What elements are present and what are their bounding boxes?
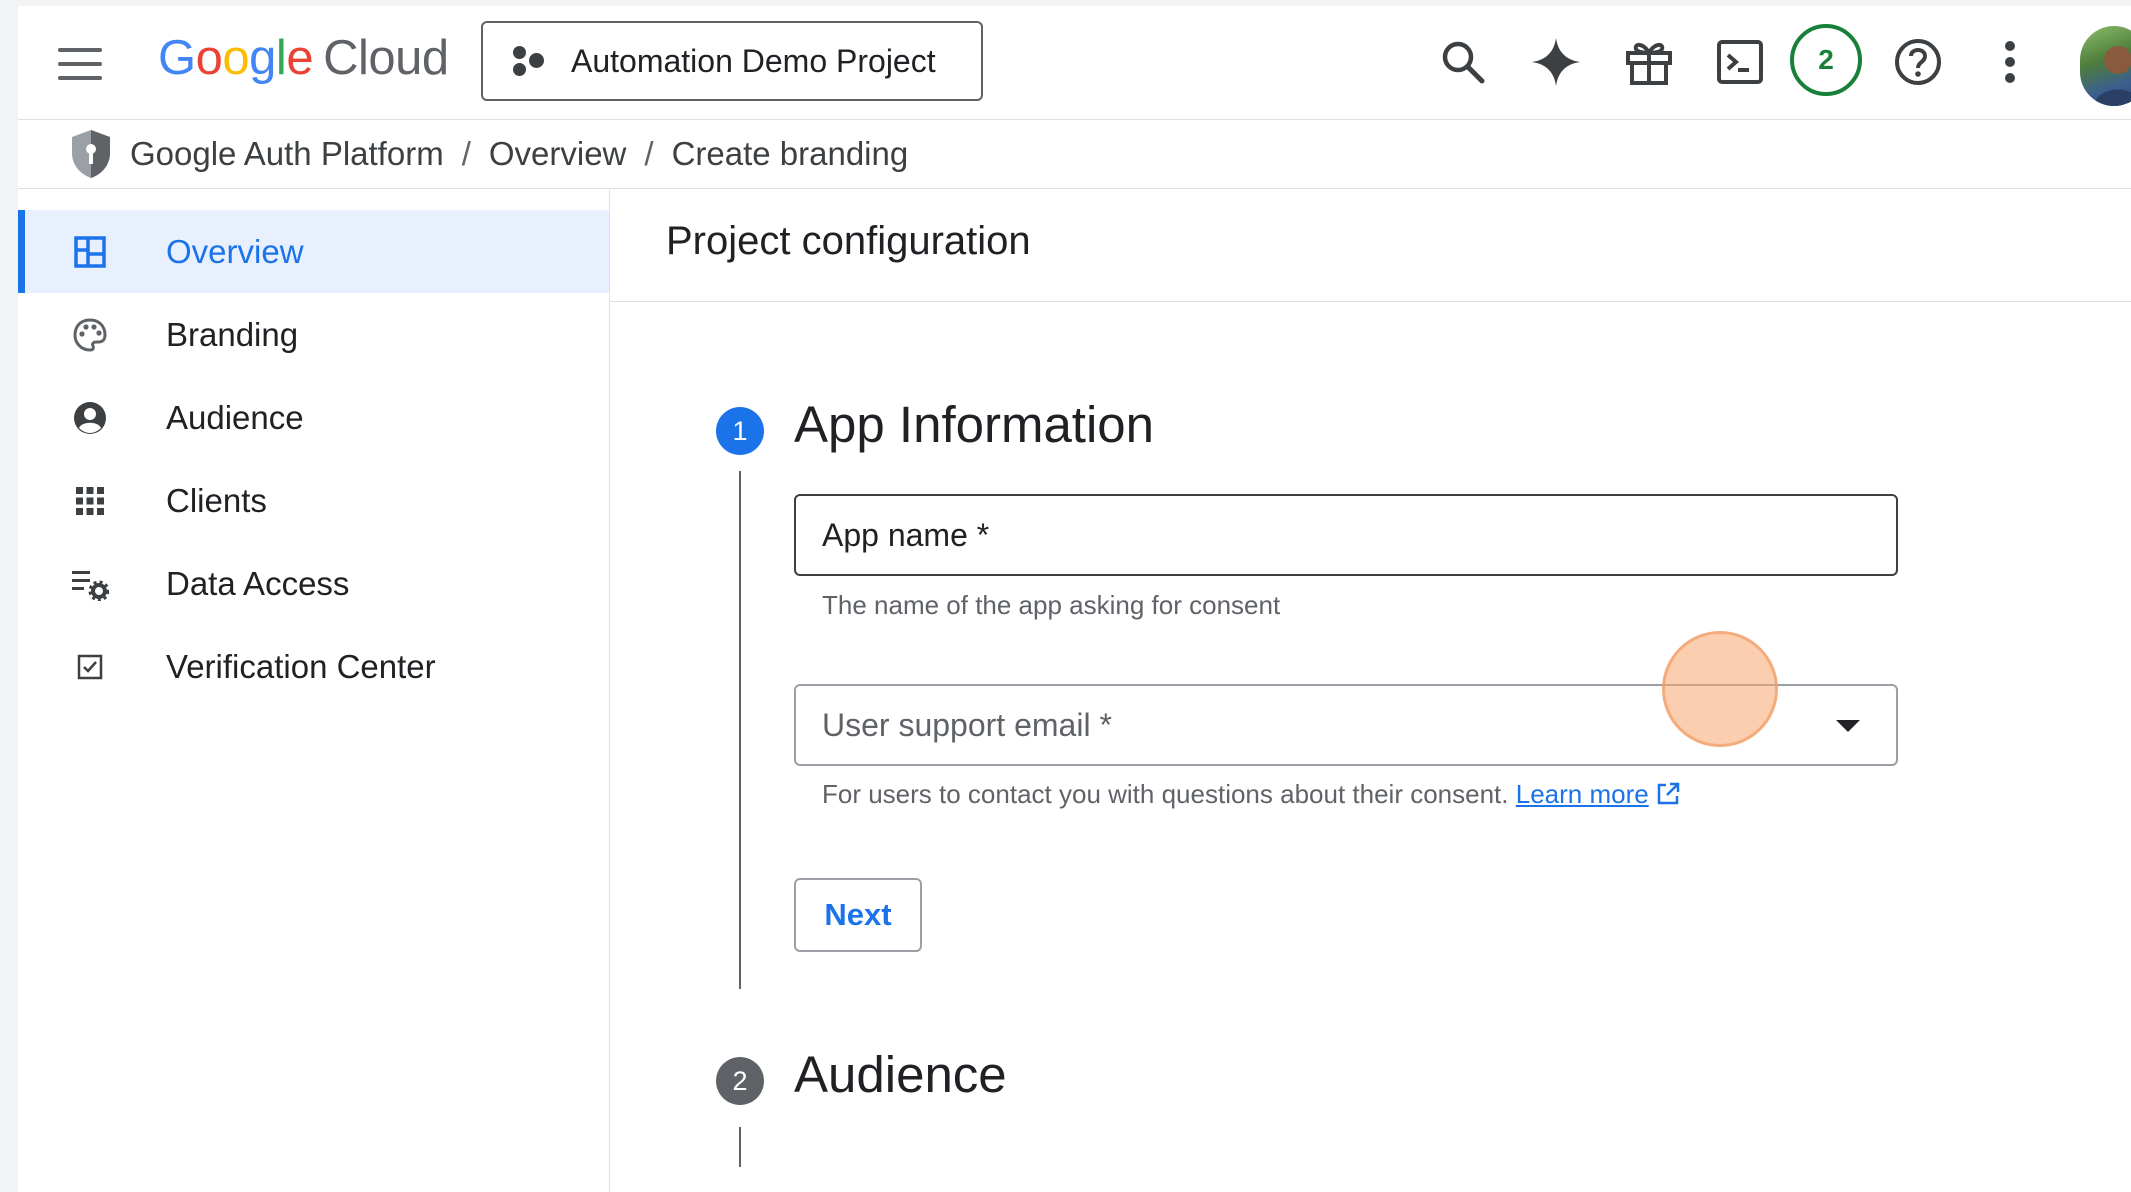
sidebar-item-label: Data Access (166, 564, 350, 602)
sidebar: Overview Branding Audience Clients Data … (18, 189, 610, 1192)
next-button[interactable]: Next (794, 878, 922, 952)
app-name-label: App name * (822, 516, 990, 553)
logo-letter: o (222, 31, 250, 85)
user-support-email-hint: For users to contact you with questions … (822, 779, 1680, 810)
sidebar-item-branding[interactable]: Branding (18, 293, 609, 376)
sidebar-item-label: Verification Center (166, 647, 436, 685)
logo-letter: g (249, 31, 276, 85)
open-in-new-icon[interactable] (1656, 782, 1680, 806)
cloud-shell-icon[interactable] (1712, 34, 1768, 90)
checkbox-icon (70, 647, 110, 687)
project-name: Automation Demo Project (571, 42, 936, 79)
hint-text: For users to contact you with questions … (822, 779, 1509, 809)
help-icon[interactable] (1890, 34, 1946, 90)
apps-grid-icon (70, 481, 110, 521)
gift-icon[interactable] (1621, 34, 1677, 90)
step-title-audience: Audience (794, 1046, 1007, 1103)
breadcrumb: Google Auth Platform / Overview / Create… (18, 120, 2131, 189)
page-title: Project configuration (666, 219, 1031, 263)
main-content: Project configuration 1 App Information … (610, 189, 2131, 1192)
user-support-email-label: User support email * (822, 706, 1112, 743)
breadcrumb-item-overview[interactable]: Overview (489, 135, 627, 173)
dashboard-icon (70, 232, 110, 272)
sidebar-item-clients[interactable]: Clients (18, 459, 609, 542)
user-support-email-select[interactable]: User support email * (794, 684, 1898, 766)
list-settings-icon (70, 564, 110, 604)
notifications-badge[interactable]: 2 (1790, 24, 1862, 96)
step-title-app-information: App Information (794, 396, 1155, 453)
menu-icon[interactable] (58, 48, 102, 82)
project-picker-button[interactable]: Automation Demo Project (481, 21, 983, 101)
app-name-input[interactable]: App name * (794, 494, 1898, 576)
learn-more-link[interactable]: Learn more (1516, 779, 1649, 809)
sidebar-item-audience[interactable]: Audience (18, 376, 609, 459)
search-icon[interactable] (1435, 34, 1491, 90)
project-hub-icon (511, 44, 545, 78)
page-header: Project configuration (610, 189, 2131, 302)
app-window: Google Cloud Automation Demo Project 2 G… (18, 6, 2131, 1192)
sidebar-item-data-access[interactable]: Data Access (18, 542, 609, 625)
stepper-line (739, 1127, 741, 1167)
shield-icon (72, 130, 110, 178)
breadcrumb-separator: / (644, 135, 654, 172)
logo-product: Cloud (323, 31, 449, 85)
more-vert-icon[interactable] (1982, 34, 2038, 90)
logo-letter: e (286, 31, 314, 85)
sidebar-item-label: Clients (166, 481, 267, 519)
stepper-line (739, 471, 741, 989)
breadcrumb-item-auth-platform[interactable]: Google Auth Platform (130, 135, 444, 173)
account-circle-icon (70, 398, 110, 438)
step-number-badge: 1 (716, 407, 764, 455)
breadcrumb-item-create-branding: Create branding (671, 135, 909, 172)
sidebar-item-label: Overview (166, 232, 304, 270)
logo-letter: G (158, 31, 196, 85)
gemini-spark-icon[interactable] (1528, 34, 1584, 90)
sidebar-item-verification-center[interactable]: Verification Center (18, 625, 609, 708)
sidebar-item-overview[interactable]: Overview (18, 210, 609, 293)
sidebar-item-label: Audience (166, 398, 304, 436)
avatar[interactable] (2080, 26, 2131, 106)
logo-letter: o (195, 31, 223, 85)
app-name-hint: The name of the app asking for consent (822, 590, 1281, 620)
top-bar: Google Cloud Automation Demo Project 2 (18, 6, 2131, 120)
palette-icon (70, 315, 110, 355)
breadcrumb-separator: / (461, 135, 471, 172)
dropdown-arrow-icon (1836, 720, 1860, 732)
learn-more-text: Learn more (1515, 779, 1649, 809)
sidebar-item-label: Branding (166, 315, 299, 353)
logo-letter: l (275, 31, 287, 85)
google-cloud-logo[interactable]: Google Cloud (158, 30, 449, 86)
step-number-badge: 2 (716, 1057, 764, 1105)
